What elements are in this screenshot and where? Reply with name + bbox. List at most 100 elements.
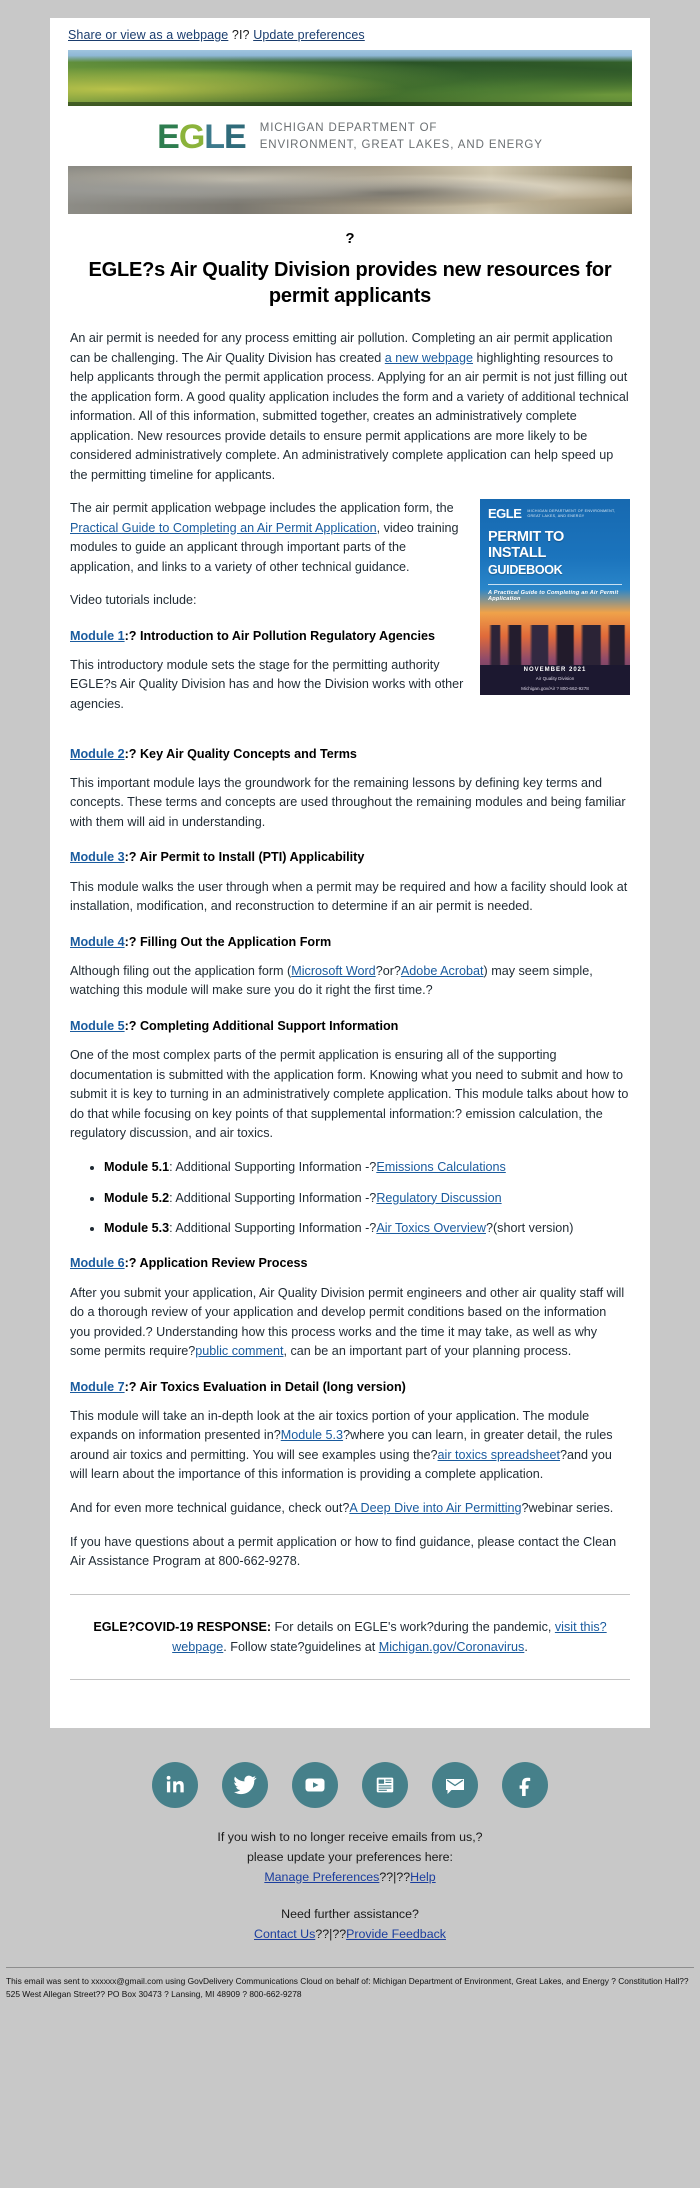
module-5-heading: Module 5:? Completing Additional Support…	[70, 1017, 630, 1035]
covid-text-b: . Follow state?guidelines at	[223, 1639, 379, 1654]
guidebook-subtitle: A Practical Guide to Completing an Air P…	[488, 589, 619, 602]
guidebook-division-contact: Michigan.gov/Air ? 800-662-9278	[521, 686, 589, 692]
guidebook-column: EGLE MICHIGAN DEPARTMENT OF ENVIRONMENT,…	[480, 499, 630, 696]
module-1-title: :? Introduction to Air Pollution Regulat…	[124, 628, 435, 643]
assistance-line: Need further assistance?	[281, 1907, 419, 1922]
intro-text-b: highlighting resources to help applicant…	[70, 350, 629, 482]
preheader-separator: ?I?	[231, 28, 250, 42]
module-6-title: :? Application Review Process	[124, 1256, 308, 1271]
module-5-3-reference-link[interactable]: Module 5.3	[281, 1428, 343, 1442]
module-2-link[interactable]: Module 2	[70, 747, 125, 761]
contact-links: Contact Us??|??Provide Feedback	[20, 1925, 680, 1945]
update-preferences-link[interactable]: Update preferences	[253, 28, 365, 42]
guidebook-skyline-graphic	[480, 625, 630, 666]
module-6-link[interactable]: Module 6	[70, 1256, 125, 1270]
webpage-text-column: The air permit application webpage inclu…	[70, 499, 466, 728]
covid-text-a: For details on EGLE's work?during the pa…	[271, 1619, 555, 1634]
module-2-body: This important module lays the groundwor…	[70, 775, 626, 829]
module-4-heading: Module 4:? Filling Out the Application F…	[70, 933, 630, 951]
card-bottom-spacer	[50, 1702, 650, 1728]
module-5-1-label: Module 5.1	[104, 1159, 170, 1174]
contact-us-link[interactable]: Contact Us	[254, 1927, 315, 1941]
practical-guide-link[interactable]: Practical Guide to Completing an Air Per…	[70, 521, 377, 535]
department-line-2: ENVIRONMENT, GREAT LAKES, AND ENERGY	[259, 139, 543, 151]
air-toxics-overview-link[interactable]: Air Toxics Overview	[376, 1221, 486, 1235]
new-webpage-link[interactable]: a new webpage	[385, 351, 473, 365]
module-1-link[interactable]: Module 1	[70, 629, 125, 643]
guidebook-title-line-2: GUIDEBOOK	[488, 562, 563, 577]
module-7-body: This module will take an in-depth look a…	[70, 1407, 630, 1485]
twitter-icon[interactable]	[222, 1761, 268, 1808]
manage-preferences-link[interactable]: Manage Preferences	[264, 1870, 379, 1884]
module-2-heading: Module 2:? Key Air Quality Concepts and …	[70, 745, 630, 763]
module-5-sublist: Module 5.1: Additional Supporting Inform…	[70, 1158, 630, 1239]
module-5-1-text: : Additional Supporting Information -?	[169, 1159, 377, 1174]
module-5-3-label: Module 5.3	[104, 1221, 170, 1236]
regulatory-discussion-link[interactable]: Regulatory Discussion	[376, 1191, 501, 1205]
module-3-heading: Module 3:? Air Permit to Install (PTI) A…	[70, 848, 630, 866]
module-5-2-text: : Additional Supporting Information -?	[169, 1190, 377, 1205]
department-line-1: MICHIGAN DEPARTMENT OF	[259, 122, 438, 135]
deep-dive-air-permitting-link[interactable]: A Deep Dive into Air Permitting	[349, 1501, 521, 1515]
provide-feedback-link[interactable]: Provide Feedback	[346, 1927, 446, 1941]
help-link[interactable]: Help	[410, 1870, 435, 1884]
michigan-coronavirus-link[interactable]: Michigan.gov/Coronavirus	[379, 1640, 525, 1654]
newsletter-icon[interactable]	[362, 1761, 408, 1808]
share-or-view-webpage-link[interactable]: Share or view as a webpage	[68, 28, 228, 42]
module-3-link[interactable]: Module 3	[70, 850, 125, 864]
covid-heading: EGLE?COVID-19 RESPONSE:	[93, 1619, 272, 1634]
guidebook-division: Air Quality Division	[535, 676, 575, 682]
emissions-calculations-link[interactable]: Emissions Calculations	[376, 1160, 506, 1174]
module-5-title: :? Completing Additional Support Informa…	[124, 1018, 399, 1033]
module-3-body: This module walks the user through when …	[70, 879, 628, 914]
forest-banner-image	[68, 50, 632, 106]
adobe-acrobat-link[interactable]: Adobe Acrobat	[401, 964, 484, 978]
covid-text-c: .	[524, 1639, 528, 1654]
deep-dive-text-a: And for even more technical guidance, ch…	[70, 1500, 350, 1515]
microsoft-word-link[interactable]: Microsoft Word	[291, 964, 375, 978]
module-6-text-b: , can be an important part of your plann…	[283, 1344, 572, 1359]
top-spacer	[0, 0, 700, 18]
webpage-text-a: The air permit application webpage inclu…	[70, 501, 454, 516]
guidebook-date: NOVEMBER 2021	[523, 667, 587, 674]
module-4-link[interactable]: Module 4	[70, 935, 125, 949]
module-1-heading: Module 1:? Introduction to Air Pollution…	[70, 627, 466, 645]
facebook-icon[interactable]	[502, 1761, 548, 1808]
guidebook-cover-image[interactable]: EGLE MICHIGAN DEPARTMENT OF ENVIRONMENT,…	[480, 499, 630, 696]
module-7-title: :? Air Toxics Evaluation in Detail (long…	[124, 1379, 406, 1394]
public-comment-link[interactable]: public comment	[195, 1344, 283, 1358]
guidebook-egle-logo: EGLE	[488, 506, 522, 522]
pre-title-marker: ?	[345, 230, 355, 247]
unsubscribe-line-2: please update your preferences here:	[247, 1849, 453, 1864]
guidebook-header: EGLE MICHIGAN DEPARTMENT OF ENVIRONMENT,…	[480, 499, 630, 521]
module-4-text-mid: ?or?	[375, 963, 401, 978]
module-4-body: Although filing out the application form…	[70, 962, 630, 1001]
youtube-icon[interactable]	[292, 1761, 338, 1808]
module-3-title: :? Air Permit to Install (PTI) Applicabi…	[124, 850, 365, 865]
contact-paragraph: If you have questions about a permit app…	[70, 1534, 617, 1569]
intro-paragraph: An air permit is needed for any process …	[70, 329, 630, 485]
linkedin-icon[interactable]	[152, 1761, 198, 1808]
guidebook-title-line-1: PERMIT TO INSTALL	[488, 529, 564, 562]
divider-below-covid	[70, 1678, 630, 1680]
egle-logo: EGLE	[157, 118, 247, 156]
assistance-block: Need further assistance? Contact Us??|??…	[0, 1903, 700, 1947]
module-1-body: This introductory module sets the stage …	[70, 657, 464, 711]
module-5-3-text: : Additional Supporting Information -?	[169, 1221, 377, 1236]
contact-feedback-separator: ??|??	[315, 1927, 347, 1942]
module-4-text-a: Although filing out the application form…	[70, 963, 292, 978]
department-name: MICHIGAN DEPARTMENT OF ENVIRONMENT, GREA…	[260, 120, 543, 153]
page-title: EGLE?s Air Quality Division provides new…	[88, 259, 612, 307]
email-icon[interactable]	[432, 1761, 478, 1808]
module-7-link[interactable]: Module 7	[70, 1380, 125, 1394]
module-5-link[interactable]: Module 5	[70, 1019, 125, 1033]
fineprint-text: This email was sent to xxxxxx@gmail.com …	[6, 1976, 689, 1999]
webpage-paragraph: The air permit application webpage inclu…	[70, 499, 466, 577]
module-5-body: One of the most complex parts of the per…	[70, 1048, 629, 1141]
list-item: Module 5.2: Additional Supporting Inform…	[104, 1189, 630, 1208]
air-toxics-spreadsheet-link[interactable]: air toxics spreadsheet	[438, 1448, 561, 1462]
deep-dive-text-b: ?webinar series.	[521, 1500, 614, 1515]
guidebook-department: MICHIGAN DEPARTMENT OF ENVIRONMENT, GREA…	[527, 508, 616, 518]
preheader-bar: Share or view as a webpage ?I? Update pr…	[50, 18, 650, 50]
module-5-3-suffix: ?(short version)	[485, 1221, 574, 1236]
